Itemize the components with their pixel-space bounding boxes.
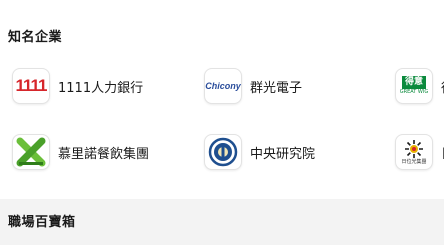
great-wig-logo-icon: 得意 GREAT WIG — [395, 68, 433, 104]
sun-emblem — [405, 140, 423, 158]
company-item-great-wig[interactable]: 得意 GREAT WIG 得 — [395, 66, 444, 106]
sinica-seal — [208, 137, 238, 167]
company-item-academia-sinica[interactable]: 中央研究院 — [204, 132, 315, 172]
company-item-chicony[interactable]: Chicony 群光電子 — [204, 66, 302, 106]
academia-sinica-logo-icon — [204, 134, 242, 170]
chicony-logo-icon: Chicony — [204, 68, 242, 104]
sun-group-logo-text: 日位光集團 — [401, 159, 427, 165]
great-wig-logo-text: 得意 — [401, 76, 426, 89]
company-item-murino[interactable]: 慕里諾餐飲集團 — [12, 132, 149, 172]
company-name: 1111人力銀行 — [58, 80, 144, 96]
company-item-sun-group[interactable]: 日位光集團 日 — [395, 132, 444, 172]
section-title-workplace-toolbox: 職場百寶箱 — [8, 215, 76, 230]
1111-logo-text: 1111 — [15, 76, 47, 95]
company-name: 群光電子 — [250, 80, 303, 96]
section-title-famous-companies: 知名企業 — [8, 30, 63, 45]
workplace-toolbox-section: 職場百寶箱 — [0, 199, 444, 245]
murino-logo-icon — [12, 134, 50, 170]
chicony-logo-text: Chicony — [205, 81, 241, 91]
company-item-1111[interactable]: 1111 1111人力銀行 — [12, 66, 143, 106]
company-name: 慕里諾餐飲集團 — [58, 146, 150, 162]
murino-x-mark — [16, 137, 46, 167]
1111-logo-icon: 1111 — [12, 68, 50, 104]
great-wig-logo-subtext: GREAT WIG — [399, 89, 429, 95]
company-name: 中央研究院 — [250, 146, 316, 162]
sun-group-logo-icon: 日位光集團 — [395, 134, 433, 170]
